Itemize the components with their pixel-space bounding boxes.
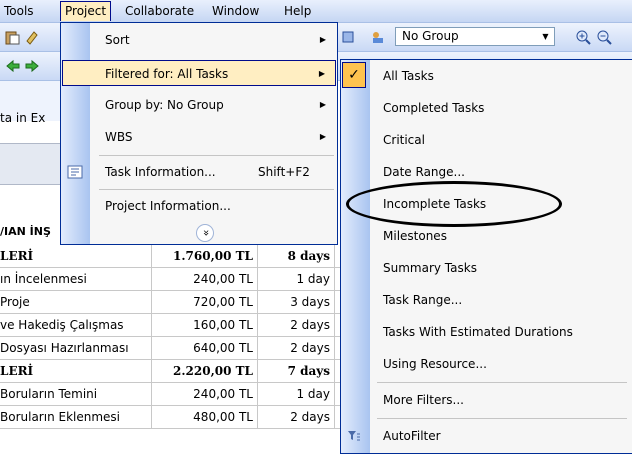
table-row[interactable]: ve Hakediş Çalışmas 160,00 TL 2 days xyxy=(0,314,340,337)
duration-cell[interactable]: 1 day xyxy=(259,268,335,290)
filter-item-date-range[interactable]: Date Range... xyxy=(341,156,631,188)
filter-submenu: ✓ All Tasks Completed Tasks Critical Dat… xyxy=(340,59,632,454)
task-name-cell[interactable]: ın İncelenmesi xyxy=(0,268,152,290)
duration-cell[interactable]: 8 days xyxy=(259,245,335,267)
filter-item-all-tasks[interactable]: All Tasks xyxy=(341,60,631,92)
table-row[interactable]: Proje 720,00 TL 3 days xyxy=(0,291,340,314)
task-name-cell[interactable]: Dosyası Hazırlanması xyxy=(0,337,152,359)
task-name-cell[interactable]: Boruların Temini xyxy=(0,383,152,405)
submenu-arrow-icon: ▶ xyxy=(319,100,326,109)
column-header-fragment xyxy=(0,143,62,185)
menu-separator xyxy=(99,155,334,156)
filter-item-incomplete-tasks[interactable]: Incomplete Tasks xyxy=(341,188,631,220)
chevron-down-icon[interactable]: ▼ xyxy=(538,29,553,44)
link-icon[interactable] xyxy=(340,29,356,45)
table-row[interactable]: LERİ 1.760,00 TL 8 days xyxy=(0,245,340,268)
format-painter-icon[interactable] xyxy=(24,29,40,45)
menu-separator xyxy=(377,418,627,419)
filter-item-estimated-durations[interactable]: Tasks With Estimated Durations xyxy=(341,316,631,348)
menu-separator xyxy=(99,189,334,190)
paste-icon[interactable] xyxy=(4,29,20,45)
resource-icon[interactable] xyxy=(370,29,386,45)
zoom-in-icon[interactable] xyxy=(575,29,591,45)
cost-cell[interactable]: 480,00 TL xyxy=(152,406,258,428)
cost-cell[interactable]: 160,00 TL xyxy=(152,314,258,336)
submenu-arrow-icon: ▶ xyxy=(318,69,325,78)
submenu-arrow-icon: ▶ xyxy=(319,132,326,141)
autofilter-icon xyxy=(348,431,360,441)
arrow-left-icon[interactable] xyxy=(5,58,21,74)
task-name-cell[interactable]: LERİ xyxy=(0,245,152,267)
menu-tools[interactable]: Tools xyxy=(2,3,36,20)
duration-cell[interactable]: 7 days xyxy=(259,360,335,382)
task-name-cell[interactable]: ve Hakediş Çalışmas xyxy=(0,314,152,336)
menu-project[interactable]: Project xyxy=(60,1,112,21)
duration-cell[interactable]: 2 days xyxy=(259,337,335,359)
cost-cell[interactable]: 1.760,00 TL xyxy=(152,245,258,267)
table-row[interactable]: LERİ 2.220,00 TL 7 days xyxy=(0,360,340,383)
duration-cell[interactable]: 1 day xyxy=(259,383,335,405)
menu-bar: Tools Project Collaborate Window Help xyxy=(0,0,632,23)
menu-help[interactable]: Help xyxy=(282,3,313,20)
filter-item-summary-tasks[interactable]: Summary Tasks xyxy=(341,252,631,284)
table-row[interactable]: Boruların Temini 240,00 TL 1 day xyxy=(0,383,340,406)
menu-item-sort[interactable]: Sort ▶ xyxy=(62,27,336,53)
filter-item-autofilter[interactable]: AutoFilter xyxy=(341,420,631,452)
submenu-arrow-icon: ▶ xyxy=(319,35,326,44)
arrow-right-icon[interactable] xyxy=(24,58,40,74)
task-name-cell[interactable]: LERİ xyxy=(0,360,152,382)
duration-cell[interactable]: 2 days xyxy=(259,314,335,336)
cost-cell[interactable]: 240,00 TL xyxy=(152,268,258,290)
table-row[interactable]: Dosyası Hazırlanması 640,00 TL 2 days xyxy=(0,337,340,360)
expand-menu-icon[interactable]: » xyxy=(196,224,214,242)
filter-item-completed-tasks[interactable]: Completed Tasks xyxy=(341,92,631,124)
group-by-select[interactable]: No Group ▼ xyxy=(395,27,555,46)
filter-item-more-filters[interactable]: More Filters... xyxy=(341,384,631,416)
menu-separator xyxy=(377,382,627,383)
table-row[interactable]: ın İncelenmesi 240,00 TL 1 day xyxy=(0,268,340,291)
task-name-cell[interactable]: Proje xyxy=(0,291,152,313)
menu-window[interactable]: Window xyxy=(210,3,261,20)
duration-cell[interactable]: 2 days xyxy=(259,406,335,428)
filter-item-using-resource[interactable]: Using Resource... xyxy=(341,348,631,380)
task-name-cell[interactable]: Boruların Eklenmesi xyxy=(0,406,152,428)
cost-cell[interactable]: 640,00 TL xyxy=(152,337,258,359)
task-information-icon xyxy=(67,165,83,179)
filter-item-task-range[interactable]: Task Range... xyxy=(341,284,631,316)
project-menu: Sort ▶ Filtered for: All Tasks ▶ Group b… xyxy=(60,22,338,245)
menu-item-task-information[interactable]: Task Information... Shift+F2 xyxy=(62,159,336,185)
filter-item-critical[interactable]: Critical xyxy=(341,124,631,156)
menu-collaborate[interactable]: Collaborate xyxy=(123,3,196,20)
menu-item-group-by[interactable]: Group by: No Group ▶ xyxy=(62,92,336,118)
menu-item-project-information[interactable]: Project Information... xyxy=(62,193,336,219)
filter-item-milestones[interactable]: Milestones xyxy=(341,220,631,252)
menu-item-filtered-for[interactable]: Filtered for: All Tasks ▶ xyxy=(62,60,336,86)
cost-cell[interactable]: 240,00 TL xyxy=(152,383,258,405)
cost-cell[interactable]: 720,00 TL xyxy=(152,291,258,313)
cost-cell[interactable]: 2.220,00 TL xyxy=(152,360,258,382)
menu-item-wbs[interactable]: WBS ▶ xyxy=(62,124,336,150)
table-row[interactable]: Boruların Eklenmesi 480,00 TL 2 days xyxy=(0,406,340,429)
duration-cell[interactable]: 3 days xyxy=(259,291,335,313)
section-header-fragment: /IAN İNŞ xyxy=(0,225,51,238)
zoom-out-icon[interactable] xyxy=(596,29,612,45)
data-in-excel-text: ta in Ex xyxy=(0,111,46,125)
